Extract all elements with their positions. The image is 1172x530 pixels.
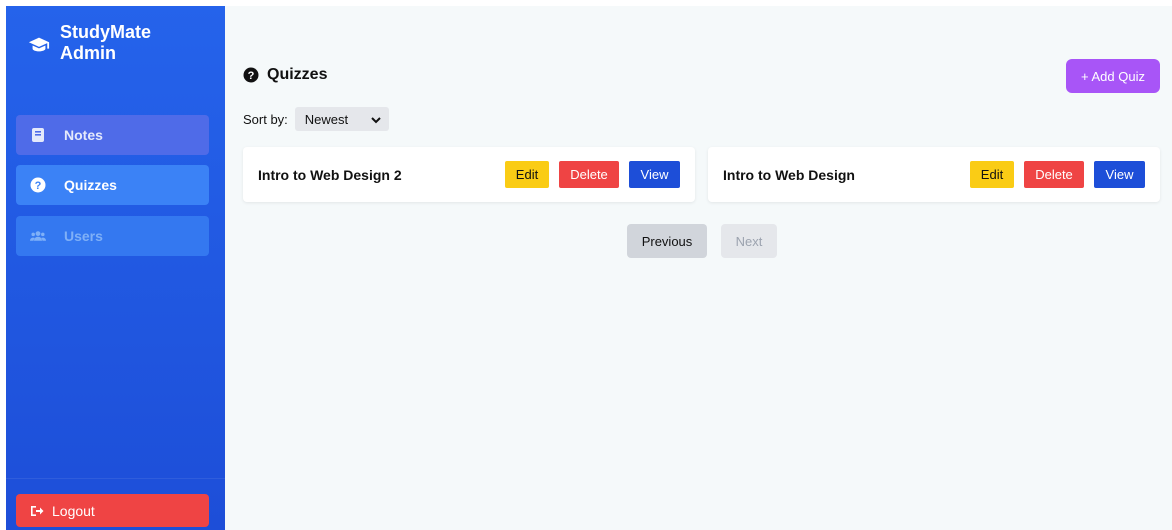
sign-out-icon [30, 504, 44, 518]
sidebar-item-label: Users [64, 228, 103, 244]
delete-button[interactable]: Delete [559, 161, 619, 188]
sort-control: Sort by: Newest [243, 107, 389, 131]
brand-line-1: StudyMate [60, 22, 152, 42]
sidebar: StudyMate Admin Notes ? Quizzes Users Lo… [6, 6, 225, 530]
main-content: ? Quizzes + Add Quiz Sort by: Newest Int… [225, 6, 1172, 530]
previous-button[interactable]: Previous [627, 224, 707, 258]
users-icon [30, 228, 46, 244]
delete-button[interactable]: Delete [1024, 161, 1084, 188]
logout-label: Logout [52, 502, 95, 519]
sort-selected-value: Newest [304, 111, 349, 127]
quiz-card: Intro to Web Design Edit Delete View [708, 147, 1160, 202]
page-title-text: Quizzes [267, 66, 328, 83]
graduation-cap-icon [28, 34, 50, 56]
book-icon [30, 127, 46, 143]
sidebar-item-users[interactable]: Users [16, 216, 209, 256]
sidebar-divider [6, 478, 225, 479]
page-title: ? Quizzes [243, 66, 327, 84]
brand: StudyMate Admin [28, 22, 208, 64]
view-button[interactable]: View [629, 161, 680, 188]
quiz-card: Intro to Web Design 2 Edit Delete View [243, 147, 695, 202]
sort-select[interactable]: Newest [294, 107, 389, 131]
edit-button[interactable]: Edit [970, 161, 1014, 188]
svg-text:?: ? [35, 180, 42, 192]
edit-button[interactable]: Edit [505, 161, 549, 188]
sidebar-item-label: Quizzes [64, 177, 117, 193]
sidebar-item-quizzes[interactable]: ? Quizzes [16, 165, 209, 205]
brand-line-2: Admin [60, 43, 116, 63]
sidebar-item-notes[interactable]: Notes [16, 115, 209, 155]
logout-button[interactable]: Logout [16, 494, 209, 527]
sort-label: Sort by: [243, 111, 288, 127]
next-button: Next [721, 224, 777, 258]
quiz-title: Intro to Web Design [723, 166, 855, 183]
brand-title: StudyMate Admin [60, 22, 151, 64]
add-quiz-button[interactable]: + Add Quiz [1066, 59, 1160, 93]
quiz-title: Intro to Web Design 2 [258, 166, 402, 183]
sidebar-item-label: Notes [64, 127, 103, 143]
question-circle-icon: ? [30, 177, 46, 193]
svg-text:?: ? [248, 70, 255, 82]
chevron-down-icon [371, 112, 381, 127]
question-circle-icon: ? [243, 67, 259, 83]
view-button[interactable]: View [1094, 161, 1145, 188]
